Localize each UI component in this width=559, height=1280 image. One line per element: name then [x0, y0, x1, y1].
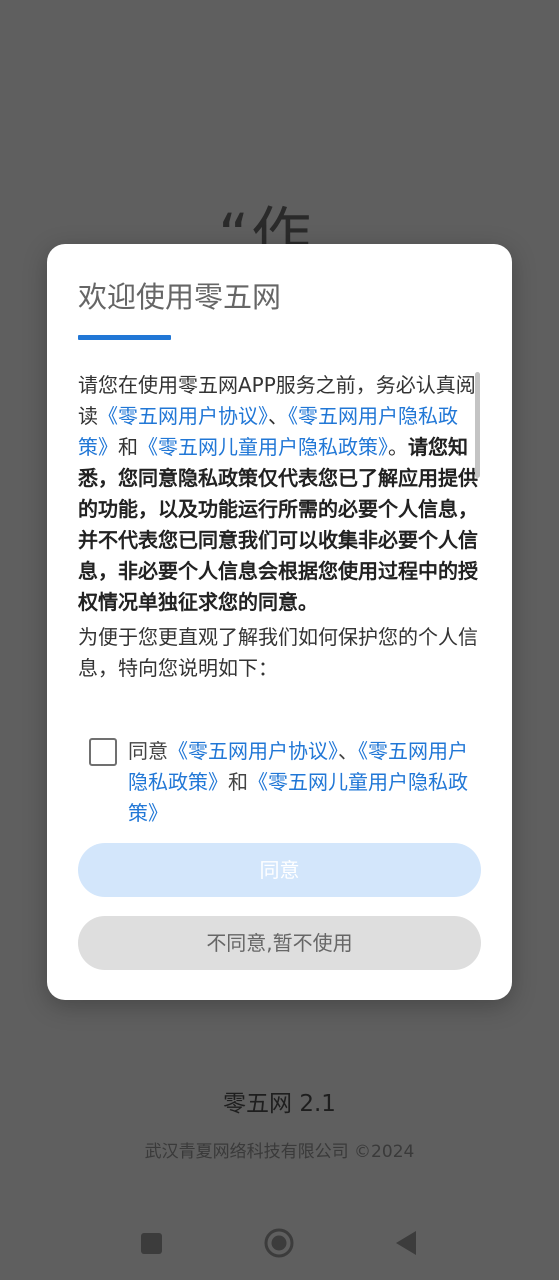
- agree-checkbox[interactable]: [89, 738, 117, 766]
- home-icon[interactable]: [264, 1228, 294, 1258]
- agree-checkbox-row[interactable]: 同意《零五网用户协议》、《零五网用户隐私政策》和《零五网儿童用户隐私政策》: [89, 736, 484, 829]
- app-version-label: 零五网 2.1: [223, 1091, 336, 1117]
- agree-checkbox-label: 同意《零五网用户协议》、《零五网用户隐私政策》和《零五网儿童用户隐私政策》: [128, 739, 468, 825]
- link-child-privacy-policy[interactable]: 《零五网儿童用户隐私政策》: [138, 435, 388, 459]
- policy-bold-notice: 请您知悉，您同意隐私政策仅代表您已了解应用提供的功能，以及功能运行所需的必要个人…: [78, 435, 478, 614]
- policy-paragraph-1: 请您在使用零五网APP服务之前，务必认真阅读《零五网用户协议》、《零五网用户隐私…: [78, 373, 478, 614]
- scrollbar[interactable]: [475, 372, 480, 478]
- back-icon[interactable]: [394, 1229, 418, 1257]
- recent-apps-icon[interactable]: [141, 1233, 162, 1254]
- dialog-title: 欢迎使用零五网: [78, 280, 282, 314]
- disagree-button[interactable]: 不同意,暂不使用: [78, 916, 481, 970]
- checkbox-link-user-agreement[interactable]: 《零五网用户协议》: [168, 739, 338, 763]
- link-user-agreement[interactable]: 《零五网用户协议》: [98, 404, 268, 428]
- policy-paragraph-2: 为便于您更直观了解我们如何保护您的个人信息，特向您说明如下：: [78, 625, 478, 680]
- agree-button[interactable]: 同意: [78, 843, 481, 897]
- privacy-consent-dialog: 欢迎使用零五网 请您在使用零五网APP服务之前，务必认真阅读《零五网用户协议》、…: [47, 244, 512, 1000]
- copyright-label: 武汉青夏网络科技有限公司 ©2024: [144, 1142, 415, 1162]
- title-underline: [78, 335, 171, 340]
- policy-scroll-content[interactable]: 请您在使用零五网APP服务之前，务必认真阅读《零五网用户协议》、《零五网用户隐私…: [78, 370, 478, 720]
